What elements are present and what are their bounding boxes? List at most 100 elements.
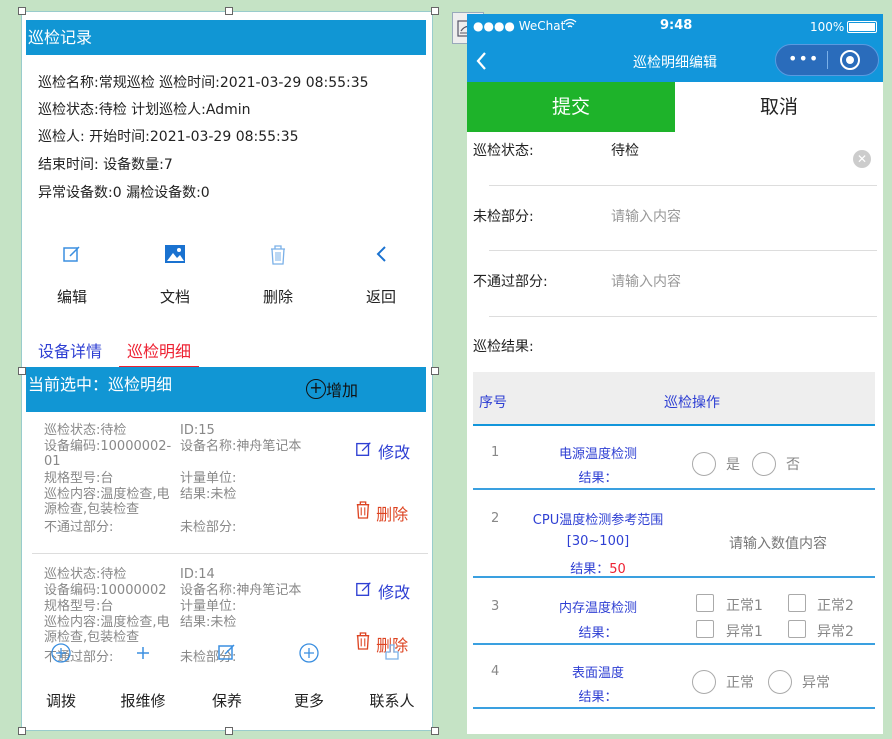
tab-device-detail[interactable]: 设备详情 [38,338,102,362]
record-spec: 规格型号:台 [44,471,114,486]
radio-abnormal-label: 异常 [802,675,830,691]
transfer-label: 调拨 [45,692,76,710]
resize-handle[interactable] [225,7,233,15]
report-repair-button[interactable]: 报维修 [108,642,178,711]
row-result: 结果：50 [503,558,693,577]
more-label: 更多 [293,692,324,710]
row-item-name: 表面温度 [571,666,624,681]
phone-screen: ●●●● WeChat 9:48 100% 巡检明细编辑 ••• 提交 取消 巡… [467,14,883,734]
table-row: 4 表面温度 结果： 正常 异常 [473,647,875,709]
record-code: 设备编码:10000002 [44,583,167,598]
record-failed-part: 不通过部分: [44,520,114,535]
checkbox-normal-1-label: 正常1 [726,598,763,614]
edit-button[interactable]: 编辑 [42,244,102,307]
checkbox-normal-1[interactable] [696,594,714,612]
column-header-no: 序号 [479,395,507,411]
back-icon [351,244,411,272]
delete-label: 删除 [262,288,293,306]
row-item-name: 内存温度检测 [558,601,637,616]
record-content: 巡检内容:温度检查,电源检查,包装检查 [44,487,170,517]
checkbox-abnormal-1-label: 异常1 [726,624,763,640]
checkbox-abnormal-1[interactable] [696,620,714,638]
trash-icon [248,244,308,272]
failed-field-input[interactable]: 请输入内容 [611,271,681,291]
more-button[interactable]: 更多 [274,642,344,711]
document-button[interactable]: 文档 [145,244,205,307]
maintenance-button[interactable]: 保养 [192,642,262,711]
contact-button[interactable]: 联系人 [357,642,427,711]
bottom-nav: 调拨 报维修 保养 更多 联系人 [22,642,432,732]
radio-no[interactable] [752,452,776,476]
tab-inspection-detail[interactable]: 巡检明细 [119,338,200,367]
status-field-input[interactable]: 待检 [611,140,639,160]
record-content: 巡检内容:温度检查,电源检查,包装检查 [44,615,170,645]
more-dots-icon[interactable]: ••• [788,49,819,68]
divider [489,316,877,317]
resize-handle[interactable] [431,367,439,375]
unchecked-field-input[interactable]: 请输入内容 [611,206,681,226]
resize-handle[interactable] [18,727,26,735]
record-edit-label: 修改 [378,443,411,462]
status-field-label: 巡检状态: [473,143,534,159]
submit-button[interactable]: 提交 [467,82,675,132]
radio-no-label: 否 [786,457,800,473]
info-line-name: 巡检名称:常规巡检 巡检时间:2021-03-29 08:55:35 [38,75,369,91]
status-field-row: 巡检状态: 待检 ✕ [467,134,883,184]
record-spec: 规格型号:台 [44,599,114,614]
add-button[interactable]: + 增加 [306,377,358,401]
current-selection-label: 当前选中：巡检明细 [28,375,173,394]
radio-yes-label: 是 [726,457,740,473]
battery-icon [847,21,877,33]
row-number: 2 [491,511,500,526]
row-result: 结果： [503,622,693,641]
record-id: ID:15 [180,423,215,438]
inspection-record-panel: 巡检记录 巡检名称:常规巡检 巡检时间:2021-03-29 08:55:35 … [21,11,433,731]
maintenance-label: 保养 [211,692,242,710]
radio-abnormal[interactable] [768,670,792,694]
radio-yes[interactable] [692,452,716,476]
resize-handle[interactable] [431,727,439,735]
delete-button[interactable]: 删除 [248,244,308,307]
back-button[interactable]: 返回 [351,244,411,307]
radio-normal[interactable] [692,670,716,694]
record-edit-label: 修改 [378,583,411,602]
report-repair-label: 报维修 [120,692,166,710]
unchecked-field-row: 未检部分: 请输入内容 [467,204,883,244]
close-capsule-icon[interactable] [840,50,860,70]
list-item[interactable]: 巡检状态:待检 ID:15 设备编码:10000002-01 设备名称:神舟笔记… [44,423,344,548]
record-status: 巡检状态:待检 [44,567,127,582]
record-result: 结果:未检 [180,615,237,630]
clear-icon[interactable]: ✕ [853,150,871,168]
resize-handle[interactable] [18,7,26,15]
row-number: 4 [491,664,500,679]
divider [489,250,877,251]
table-header: 序号 巡检操作 [473,372,875,426]
info-line-status: 巡检状态:待检 计划巡检人:Admin [38,102,251,118]
time-text: 9:48 [660,18,693,33]
checkbox-abnormal-2[interactable] [788,620,806,638]
table-row: 1 电源温度检测 结果： 是 否 [473,428,875,490]
cancel-button[interactable]: 取消 [675,82,883,132]
row-result-value: 50 [609,562,626,577]
carrier-text: ●●●● WeChat [473,19,566,33]
column-header-operation: 巡检操作 [664,395,720,411]
row-result-label: 结果： [578,626,618,641]
resize-handle[interactable] [431,7,439,15]
record-edit-button[interactable]: 修改 [355,579,410,603]
row-item-name: 电源温度检测 [558,447,637,462]
capsule-menu: ••• [775,44,879,76]
resize-handle[interactable] [18,367,26,375]
edit-icon [192,642,262,666]
record-edit-button[interactable]: 修改 [355,439,410,463]
wifi-icon [563,18,577,33]
add-label: 增加 [326,381,359,400]
edit-icon [42,244,102,272]
checkbox-normal-2[interactable] [788,594,806,612]
panel-title: 巡检记录 [26,20,426,55]
edit-label: 编辑 [56,288,87,306]
button-row: 提交 取消 [467,82,883,132]
resize-handle[interactable] [225,727,233,735]
transfer-button[interactable]: 调拨 [26,642,96,711]
numeric-input[interactable]: 请输入数值内容 [729,533,827,553]
record-delete-button[interactable]: 删除 [355,500,408,525]
